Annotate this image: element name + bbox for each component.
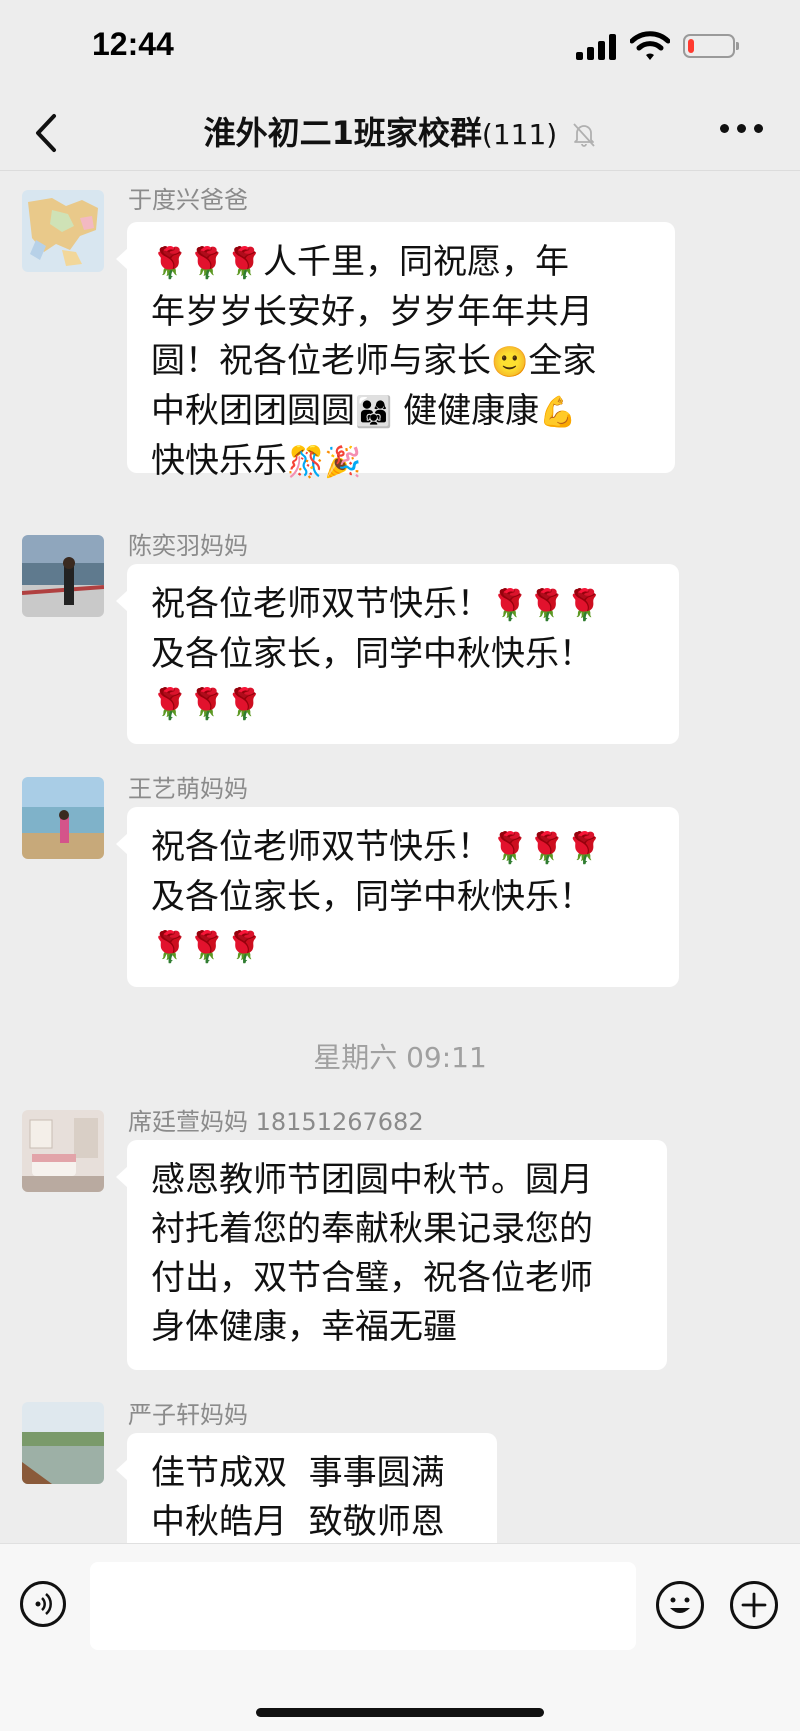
message-line: 🌹🌹🌹 [151, 679, 655, 729]
party-emoji: 🎊🎉 [287, 445, 362, 480]
message-input[interactable] [90, 1562, 636, 1650]
status-time: 12:44 [92, 26, 174, 62]
family-emoji: 👨‍👩‍👧 [355, 395, 393, 430]
message-line: 身体健康，幸福无疆 [151, 1307, 457, 1347]
home-indicator [256, 1708, 544, 1717]
wifi-icon [630, 31, 670, 60]
rose-emoji: 🌹🌹🌹 [151, 930, 264, 965]
member-count: (111) [481, 118, 558, 151]
avatar[interactable] [22, 777, 104, 859]
avatar[interactable] [22, 1110, 104, 1192]
cellular-signal-icon [576, 34, 618, 60]
voice-icon[interactable] [20, 1581, 66, 1627]
muscle-emoji: 💪 [539, 395, 577, 430]
chat-header: 淮外初二1班家校群(111) [0, 96, 800, 171]
message-line: 付出，双节合璧，祝各位老师 [151, 1258, 593, 1298]
message-line: 佳节成双 事事圆满 [151, 1453, 445, 1493]
rose-emoji: 🌹🌹🌹 [151, 246, 264, 281]
message-timestamp: 星期六 09:11 [313, 1041, 487, 1074]
message-line: 祝各位老师双节快乐！🌹🌹🌹 [151, 584, 604, 624]
message-line: 中秋团团圆圆👨‍👩‍👧 健健康康💪 [151, 391, 577, 431]
message-line: 🌹🌹🌹人千里，同祝愿，年 [151, 242, 570, 282]
avatar[interactable] [22, 1402, 104, 1484]
message-line: 中秋皓月 致敬师恩 [151, 1502, 445, 1542]
message-bubble[interactable]: 祝各位老师双节快乐！🌹🌹🌹 及各位家长，同学中秋快乐！ 🌹🌹🌹 [116, 807, 679, 987]
sender-name: 于度兴爸爸 [128, 186, 248, 214]
bell-off-icon [573, 123, 596, 147]
status-bar: 12:44 [0, 0, 800, 96]
smile-icon[interactable] [656, 1581, 704, 1629]
message-bubble[interactable]: 感恩教师节团圆中秋节。圆月 衬托着您的奉献秋果记录您的 付出，双节合璧，祝各位老… [116, 1140, 667, 1370]
plus-icon[interactable] [730, 1581, 778, 1629]
message-line: 祝各位老师双节快乐！🌹🌹🌹 [151, 827, 604, 867]
sender-name: 王艺萌妈妈 [128, 775, 248, 803]
more-dots-icon[interactable] [720, 124, 764, 138]
sender-name: 陈奕羽妈妈 [128, 532, 248, 560]
chat-title[interactable]: 淮外初二1班家校群(111) [0, 108, 800, 154]
message-bubble[interactable]: 🌹🌹🌹人千里，同祝愿，年 年岁岁长安好，岁岁年年共月 圆！祝各位老师与家长🙂全家… [116, 222, 675, 481]
chat-input-bar [0, 1543, 800, 1731]
rose-emoji: 🌹🌹🌹 [491, 831, 604, 866]
battery-level [688, 39, 694, 53]
battery-icon [683, 34, 739, 58]
rose-emoji: 🌹🌹🌹 [151, 687, 264, 722]
message-line: 感恩教师节团圆中秋节。圆月 [151, 1160, 593, 1200]
sender-name: 严子轩妈妈 [128, 1401, 248, 1429]
message-bubble[interactable]: 祝各位老师双节快乐！🌹🌹🌹 及各位家长，同学中秋快乐！ 🌹🌹🌹 [116, 564, 679, 744]
rose-emoji: 🌹🌹🌹 [491, 588, 604, 623]
message-line: 衬托着您的奉献秋果记录您的 [151, 1209, 593, 1249]
message-line: 圆！祝各位老师与家长🙂全家 [151, 341, 597, 381]
avatar[interactable] [22, 190, 104, 272]
avatar[interactable] [22, 535, 104, 617]
message-line: 年岁岁长安好，岁岁年年共月 [151, 292, 593, 332]
message-line: 快快乐乐🎊🎉 [151, 441, 362, 481]
message-line: 及各位家长，同学中秋快乐！ [151, 634, 593, 674]
group-name: 淮外初二1班家校群 [203, 114, 482, 152]
sender-name: 席廷萱妈妈 18151267682 [128, 1108, 424, 1136]
message-line: 🌹🌹🌹 [151, 922, 655, 972]
message-line: 及各位家长，同学中秋快乐！ [151, 877, 593, 917]
smile-emoji: 🙂 [491, 345, 529, 380]
